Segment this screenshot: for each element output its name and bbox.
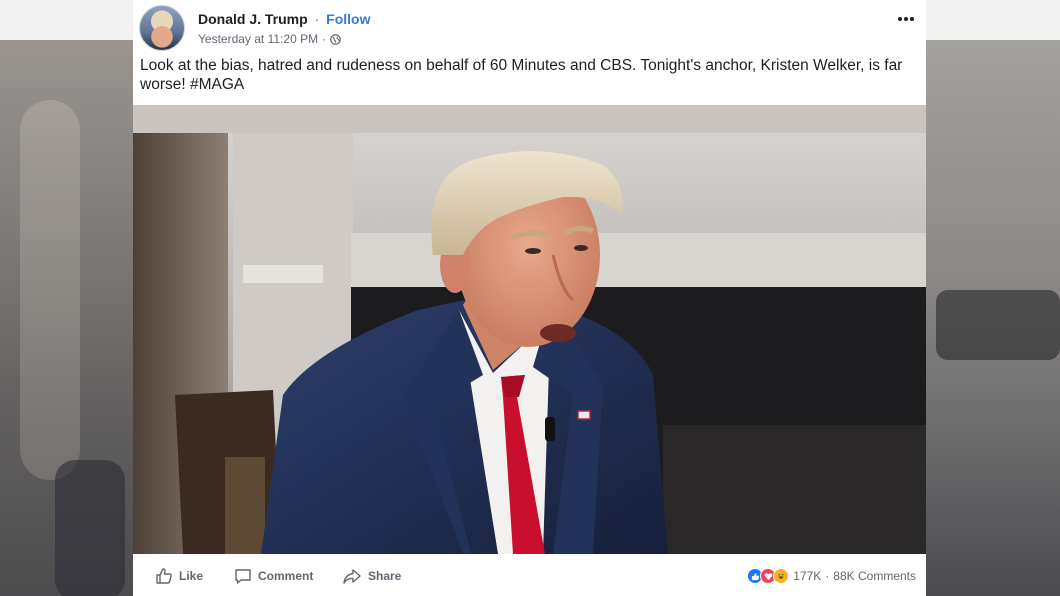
share-button[interactable]: Share [342,567,401,585]
post-text: Look at the bias, hatred and rudeness on… [140,57,903,93]
chair-cushion [225,457,265,554]
more-dot-icon [910,17,914,21]
more-options-button[interactable] [893,8,919,30]
background-blur-shape [20,100,80,480]
post-timestamp[interactable]: Yesterday at 11:20 PM [198,32,318,46]
fireplace-hearth [663,425,926,554]
comment-icon [235,569,251,584]
facebook-post-card: Donald J. Trump · Follow Yesterday at 11… [133,0,926,596]
flag-pin [577,410,591,420]
author-name[interactable]: Donald J. Trump [198,11,308,27]
share-icon [343,569,361,584]
globe-icon[interactable] [330,33,341,45]
post-action-bar: Like Comment Share 177K · 88K Comments [133,554,926,596]
post-header: Donald J. Trump · Follow Yesterday at 11… [133,0,926,56]
reaction-summary[interactable]: 177K · 88K Comments [747,568,916,584]
follow-button[interactable]: Follow [326,11,370,27]
like-button[interactable]: Like [155,567,203,585]
pilaster-cap [243,265,323,283]
author-separator: · [314,11,320,27]
haha-reaction-icon [773,568,790,584]
share-label: Share [368,569,402,583]
reaction-count: 177K [793,569,822,583]
eye [574,245,588,251]
more-dot-icon [904,17,908,21]
background-blur-shape [55,460,125,596]
ceiling-molding [133,105,926,133]
timestamp-separator: · [322,32,327,46]
stats-separator: · [825,569,830,583]
post-video[interactable] [133,105,926,554]
background-right-blur [926,40,1060,596]
comment-label: Comment [258,569,314,583]
mouth [540,324,576,342]
thumbs-up-icon [156,568,172,584]
interview-photo [133,105,926,554]
background-blur-shape [936,290,1060,360]
like-label: Like [179,569,204,583]
comment-button[interactable]: Comment [234,567,313,585]
author-avatar[interactable] [139,5,185,51]
post-meta: Yesterday at 11:20 PM · [198,32,341,46]
author-line: Donald J. Trump · Follow [198,11,370,27]
more-dot-icon [898,17,902,21]
background-left-blur [0,40,135,596]
eye [525,248,541,254]
comment-count[interactable]: 88K Comments [833,569,916,583]
lapel-microphone [545,417,555,441]
